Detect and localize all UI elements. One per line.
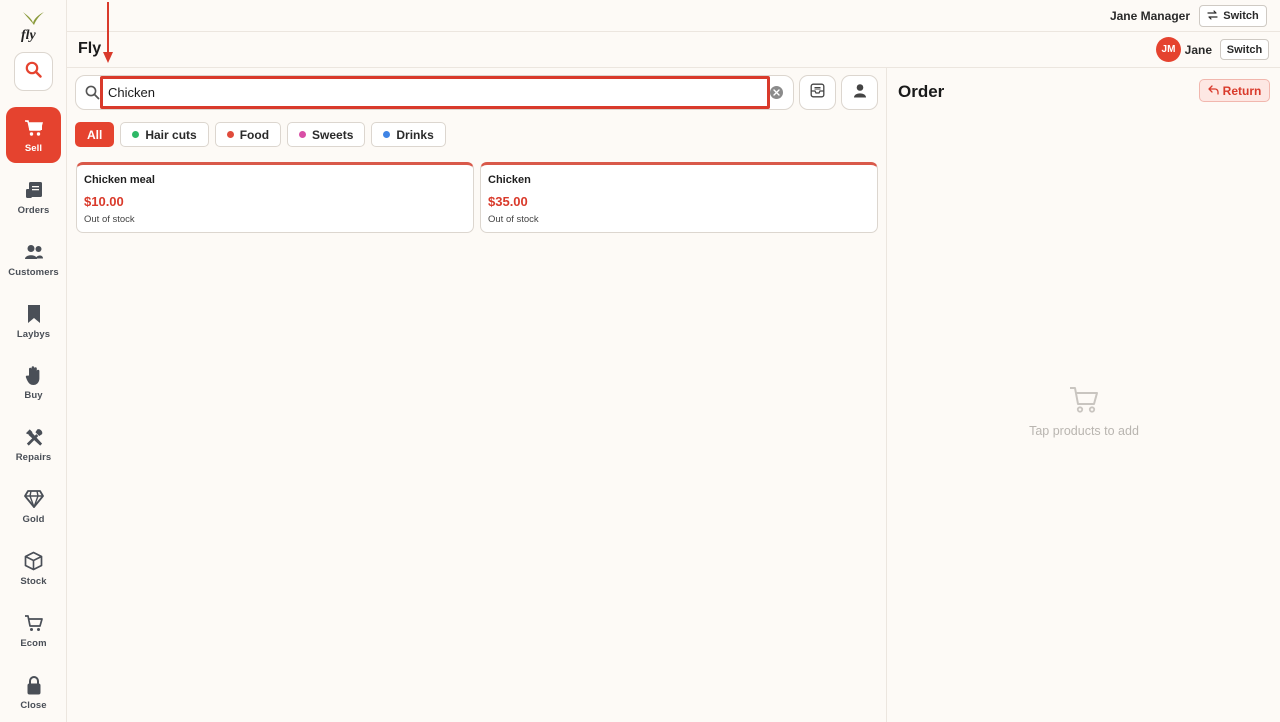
empty-cart-icon <box>1069 386 1099 419</box>
app-header: Fly JM Jane Switch <box>67 32 1280 68</box>
sidebar-item-label: Laybys <box>16 329 51 340</box>
avatar[interactable]: JM <box>1156 37 1181 62</box>
order-title: Order <box>898 82 945 101</box>
return-icon <box>1208 84 1219 98</box>
sidebar-item-repairs[interactable]: Repairs <box>6 416 61 472</box>
sidebar-item-label: Buy <box>24 390 43 401</box>
search-input[interactable] <box>100 76 770 109</box>
category-chip-sweets[interactable]: Sweets <box>287 122 366 147</box>
top-user-bar: Jane Manager Switch <box>67 0 1280 32</box>
product-name: Chicken meal <box>84 174 155 186</box>
product-price: $10.00 <box>84 194 124 209</box>
switch-user-label: Switch <box>1223 10 1259 22</box>
sidebar-item-label: Close <box>20 700 47 711</box>
header-user-name: Jane <box>1184 43 1212 57</box>
category-chip-drinks[interactable]: Drinks <box>371 122 446 147</box>
user-icon <box>853 83 867 103</box>
fly-logo: fly <box>20 10 46 42</box>
category-dot <box>383 131 391 138</box>
svg-text:fly: fly <box>21 28 37 42</box>
product-price: $35.00 <box>488 194 528 209</box>
inbox-icon <box>810 83 825 103</box>
category-chip-food[interactable]: Food <box>214 122 282 147</box>
chip-label: Hair cuts <box>145 127 197 142</box>
product-search-box <box>75 75 794 110</box>
sidebar-item-label: Gold <box>22 514 45 525</box>
page-title: Fly <box>78 40 102 57</box>
sidebar-item-label: Orders <box>17 205 50 216</box>
category-filters: All Hair cuts Food Sweets Drinks <box>75 122 446 147</box>
shop-cart-icon <box>24 613 44 633</box>
sidebar-item-close[interactable]: Close <box>6 664 61 720</box>
sidebar-item-stock[interactable]: Stock <box>6 540 61 596</box>
sidebar-item-label: Repairs <box>15 452 52 463</box>
sidebar-item-label: Sell <box>24 143 43 154</box>
clear-search-icon[interactable] <box>770 86 783 99</box>
users-icon <box>24 242 44 262</box>
sidebar-item-gold[interactable]: Gold <box>6 478 61 534</box>
switch-user-button[interactable]: Switch <box>1199 5 1267 27</box>
chip-label: Food <box>239 127 270 142</box>
box-icon <box>24 551 44 571</box>
sidebar-item-ecom[interactable]: Ecom <box>6 602 61 658</box>
sidebar-search-button[interactable] <box>14 52 53 91</box>
diamond-icon <box>23 489 44 509</box>
sidebar-item-laybys[interactable]: Laybys <box>6 293 61 349</box>
chip-label: All <box>87 127 103 142</box>
sidebar-item-label: Stock <box>20 576 47 587</box>
sidebar-item-sell[interactable]: Sell <box>6 107 61 163</box>
receipt-icon <box>24 180 44 200</box>
lock-icon <box>24 675 44 695</box>
current-user-name: Jane Manager <box>1109 9 1190 23</box>
inbox-button[interactable] <box>799 75 836 110</box>
chip-label: Drinks <box>396 127 434 142</box>
product-stock-status: Out of stock <box>84 214 135 225</box>
return-label: Return <box>1222 83 1262 98</box>
tools-icon <box>24 427 44 447</box>
category-dot <box>299 131 307 138</box>
empty-order-message: Tap products to add <box>1029 424 1139 438</box>
product-stock-status: Out of stock <box>488 214 539 225</box>
order-panel: Order Return Tap products to add <box>886 68 1280 722</box>
sidebar-item-label: Customers <box>8 267 59 278</box>
product-card[interactable]: Chicken meal $10.00 Out of stock <box>76 162 474 233</box>
sidebar-item-orders[interactable]: Orders <box>6 169 61 225</box>
product-card[interactable]: Chicken $35.00 Out of stock <box>480 162 878 233</box>
sidebar-item-customers[interactable]: Customers <box>6 231 61 287</box>
sidebar-item-label: Ecom <box>20 638 47 649</box>
customer-button[interactable] <box>841 75 878 110</box>
sidebar: fly Sell Orders Customers Laybys Buy Rep… <box>0 0 67 722</box>
chip-label: Sweets <box>312 127 354 142</box>
product-name: Chicken <box>488 174 531 186</box>
category-chip-hair-cuts[interactable]: Hair cuts <box>120 122 209 147</box>
swap-icon <box>1207 9 1218 23</box>
header-switch-button[interactable]: Switch <box>1220 39 1269 60</box>
sidebar-item-buy[interactable]: Buy <box>6 354 61 410</box>
search-icon <box>85 85 100 105</box>
hand-icon <box>24 365 44 385</box>
category-dot <box>132 131 140 138</box>
search-icon <box>25 61 42 83</box>
bookmark-icon <box>24 304 44 324</box>
category-dot <box>226 131 234 138</box>
category-chip-all[interactable]: All <box>75 122 115 147</box>
cart-icon <box>24 118 44 138</box>
return-button[interactable]: Return <box>1199 79 1270 102</box>
